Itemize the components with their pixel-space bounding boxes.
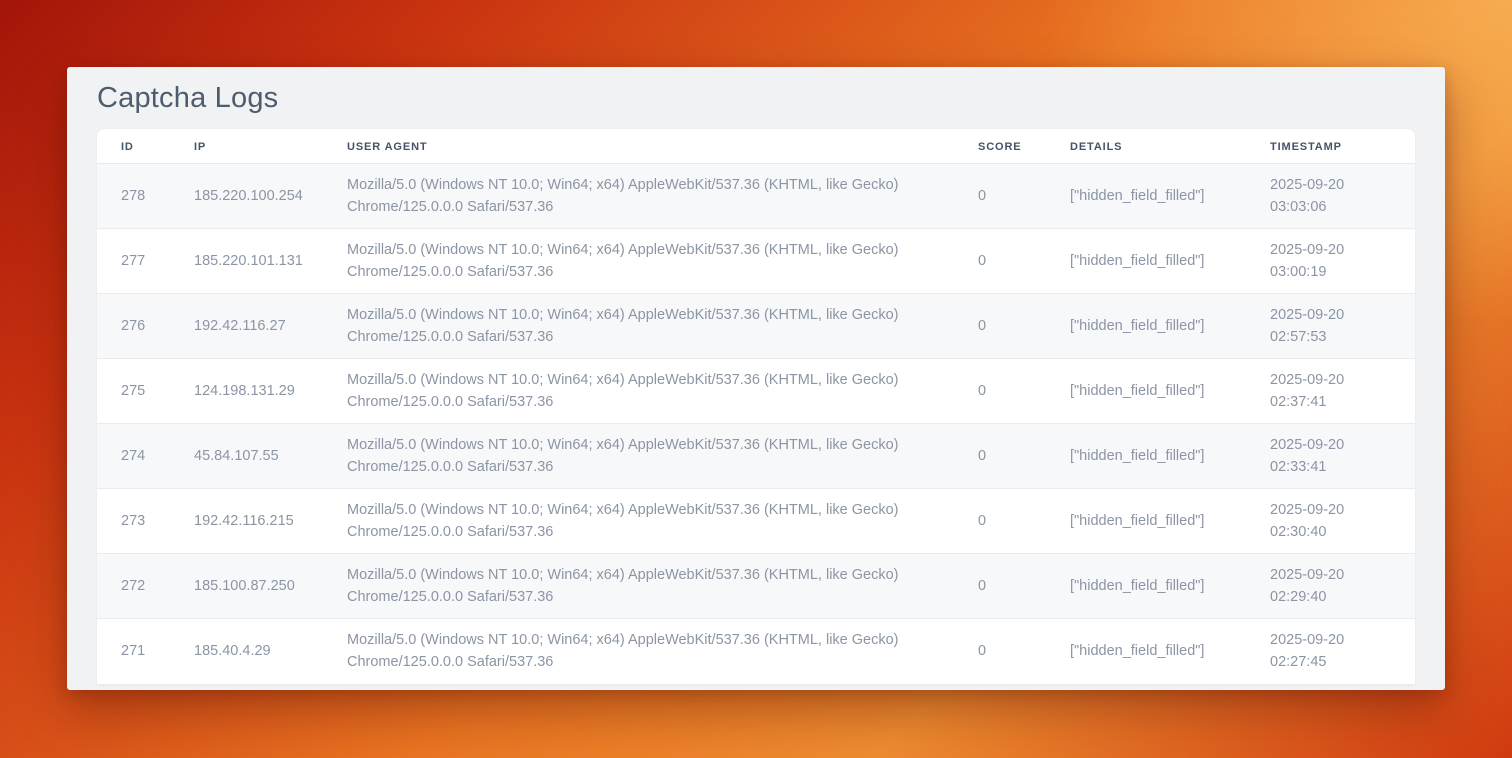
cell-details: ["hidden_field_filled"]: [1046, 294, 1246, 359]
cell-score: 0: [954, 424, 1046, 489]
app-background: { "page": { "title": "Captcha Logs" }, "…: [0, 0, 1512, 758]
cell-timestamp: 2025-09-20 02:27:45: [1246, 619, 1415, 684]
cell-id: 276: [97, 294, 170, 359]
column-header-ip: IP: [170, 129, 323, 164]
cell-details: ["hidden_field_filled"]: [1046, 489, 1246, 554]
cell-id: 273: [97, 489, 170, 554]
cell-id: 278: [97, 164, 170, 229]
cell-score: 0: [954, 554, 1046, 619]
cell-user-agent: Mozilla/5.0 (Windows NT 10.0; Win64; x64…: [323, 619, 954, 684]
cell-id: 274: [97, 424, 170, 489]
cell-score: 0: [954, 294, 1046, 359]
table-header: ID IP USER AGENT SCORE DETAILS TIMESTAMP: [97, 129, 1415, 164]
column-header-user-agent: USER AGENT: [323, 129, 954, 164]
cell-details: ["hidden_field_filled"]: [1046, 229, 1246, 294]
cell-ip: 45.84.107.55: [170, 424, 323, 489]
cell-ip: 124.198.131.29: [170, 359, 323, 424]
cell-user-agent: Mozilla/5.0 (Windows NT 10.0; Win64; x64…: [323, 229, 954, 294]
table-body: 278 185.220.100.254 Mozilla/5.0 (Windows…: [97, 164, 1415, 684]
table-row: 271 185.40.4.29 Mozilla/5.0 (Windows NT …: [97, 619, 1415, 684]
cell-id: 271: [97, 619, 170, 684]
table-row: 275 124.198.131.29 Mozilla/5.0 (Windows …: [97, 359, 1415, 424]
table-row: 276 192.42.116.27 Mozilla/5.0 (Windows N…: [97, 294, 1415, 359]
cell-timestamp: 2025-09-20 03:00:19: [1246, 229, 1415, 294]
logs-table: ID IP USER AGENT SCORE DETAILS TIMESTAMP…: [97, 129, 1415, 684]
column-header-id: ID: [97, 129, 170, 164]
cell-user-agent: Mozilla/5.0 (Windows NT 10.0; Win64; x64…: [323, 424, 954, 489]
table-row: 272 185.100.87.250 Mozilla/5.0 (Windows …: [97, 554, 1415, 619]
cell-ip: 185.40.4.29: [170, 619, 323, 684]
cell-user-agent: Mozilla/5.0 (Windows NT 10.0; Win64; x64…: [323, 554, 954, 619]
cell-ip: 185.220.100.254: [170, 164, 323, 229]
cell-ip: 192.42.116.215: [170, 489, 323, 554]
cell-ip: 185.220.101.131: [170, 229, 323, 294]
cell-details: ["hidden_field_filled"]: [1046, 424, 1246, 489]
cell-details: ["hidden_field_filled"]: [1046, 619, 1246, 684]
cell-id: 277: [97, 229, 170, 294]
cell-score: 0: [954, 164, 1046, 229]
cell-timestamp: 2025-09-20 02:30:40: [1246, 489, 1415, 554]
cell-details: ["hidden_field_filled"]: [1046, 359, 1246, 424]
cell-user-agent: Mozilla/5.0 (Windows NT 10.0; Win64; x64…: [323, 164, 954, 229]
cell-user-agent: Mozilla/5.0 (Windows NT 10.0; Win64; x64…: [323, 359, 954, 424]
cell-score: 0: [954, 359, 1046, 424]
cell-user-agent: Mozilla/5.0 (Windows NT 10.0; Win64; x64…: [323, 489, 954, 554]
cell-user-agent: Mozilla/5.0 (Windows NT 10.0; Win64; x64…: [323, 294, 954, 359]
table-row: 274 45.84.107.55 Mozilla/5.0 (Windows NT…: [97, 424, 1415, 489]
column-header-details: DETAILS: [1046, 129, 1246, 164]
cell-ip: 185.100.87.250: [170, 554, 323, 619]
cell-score: 0: [954, 229, 1046, 294]
table-row: 277 185.220.101.131 Mozilla/5.0 (Windows…: [97, 229, 1415, 294]
logs-table-container: ID IP USER AGENT SCORE DETAILS TIMESTAMP…: [97, 129, 1415, 684]
cell-timestamp: 2025-09-20 02:57:53: [1246, 294, 1415, 359]
cell-details: ["hidden_field_filled"]: [1046, 164, 1246, 229]
cell-timestamp: 2025-09-20 02:37:41: [1246, 359, 1415, 424]
column-header-score: SCORE: [954, 129, 1046, 164]
cell-id: 275: [97, 359, 170, 424]
cell-timestamp: 2025-09-20 02:29:40: [1246, 554, 1415, 619]
captcha-logs-card: Captcha Logs ID IP USER AGENT SCORE DETA…: [67, 67, 1445, 690]
page-title: Captcha Logs: [97, 81, 1415, 115]
cell-score: 0: [954, 489, 1046, 554]
table-row: 273 192.42.116.215 Mozilla/5.0 (Windows …: [97, 489, 1415, 554]
cell-timestamp: 2025-09-20 02:33:41: [1246, 424, 1415, 489]
cell-details: ["hidden_field_filled"]: [1046, 554, 1246, 619]
cell-timestamp: 2025-09-20 03:03:06: [1246, 164, 1415, 229]
cell-id: 272: [97, 554, 170, 619]
table-row: 278 185.220.100.254 Mozilla/5.0 (Windows…: [97, 164, 1415, 229]
column-header-timestamp: TIMESTAMP: [1246, 129, 1415, 164]
cell-ip: 192.42.116.27: [170, 294, 323, 359]
cell-score: 0: [954, 619, 1046, 684]
